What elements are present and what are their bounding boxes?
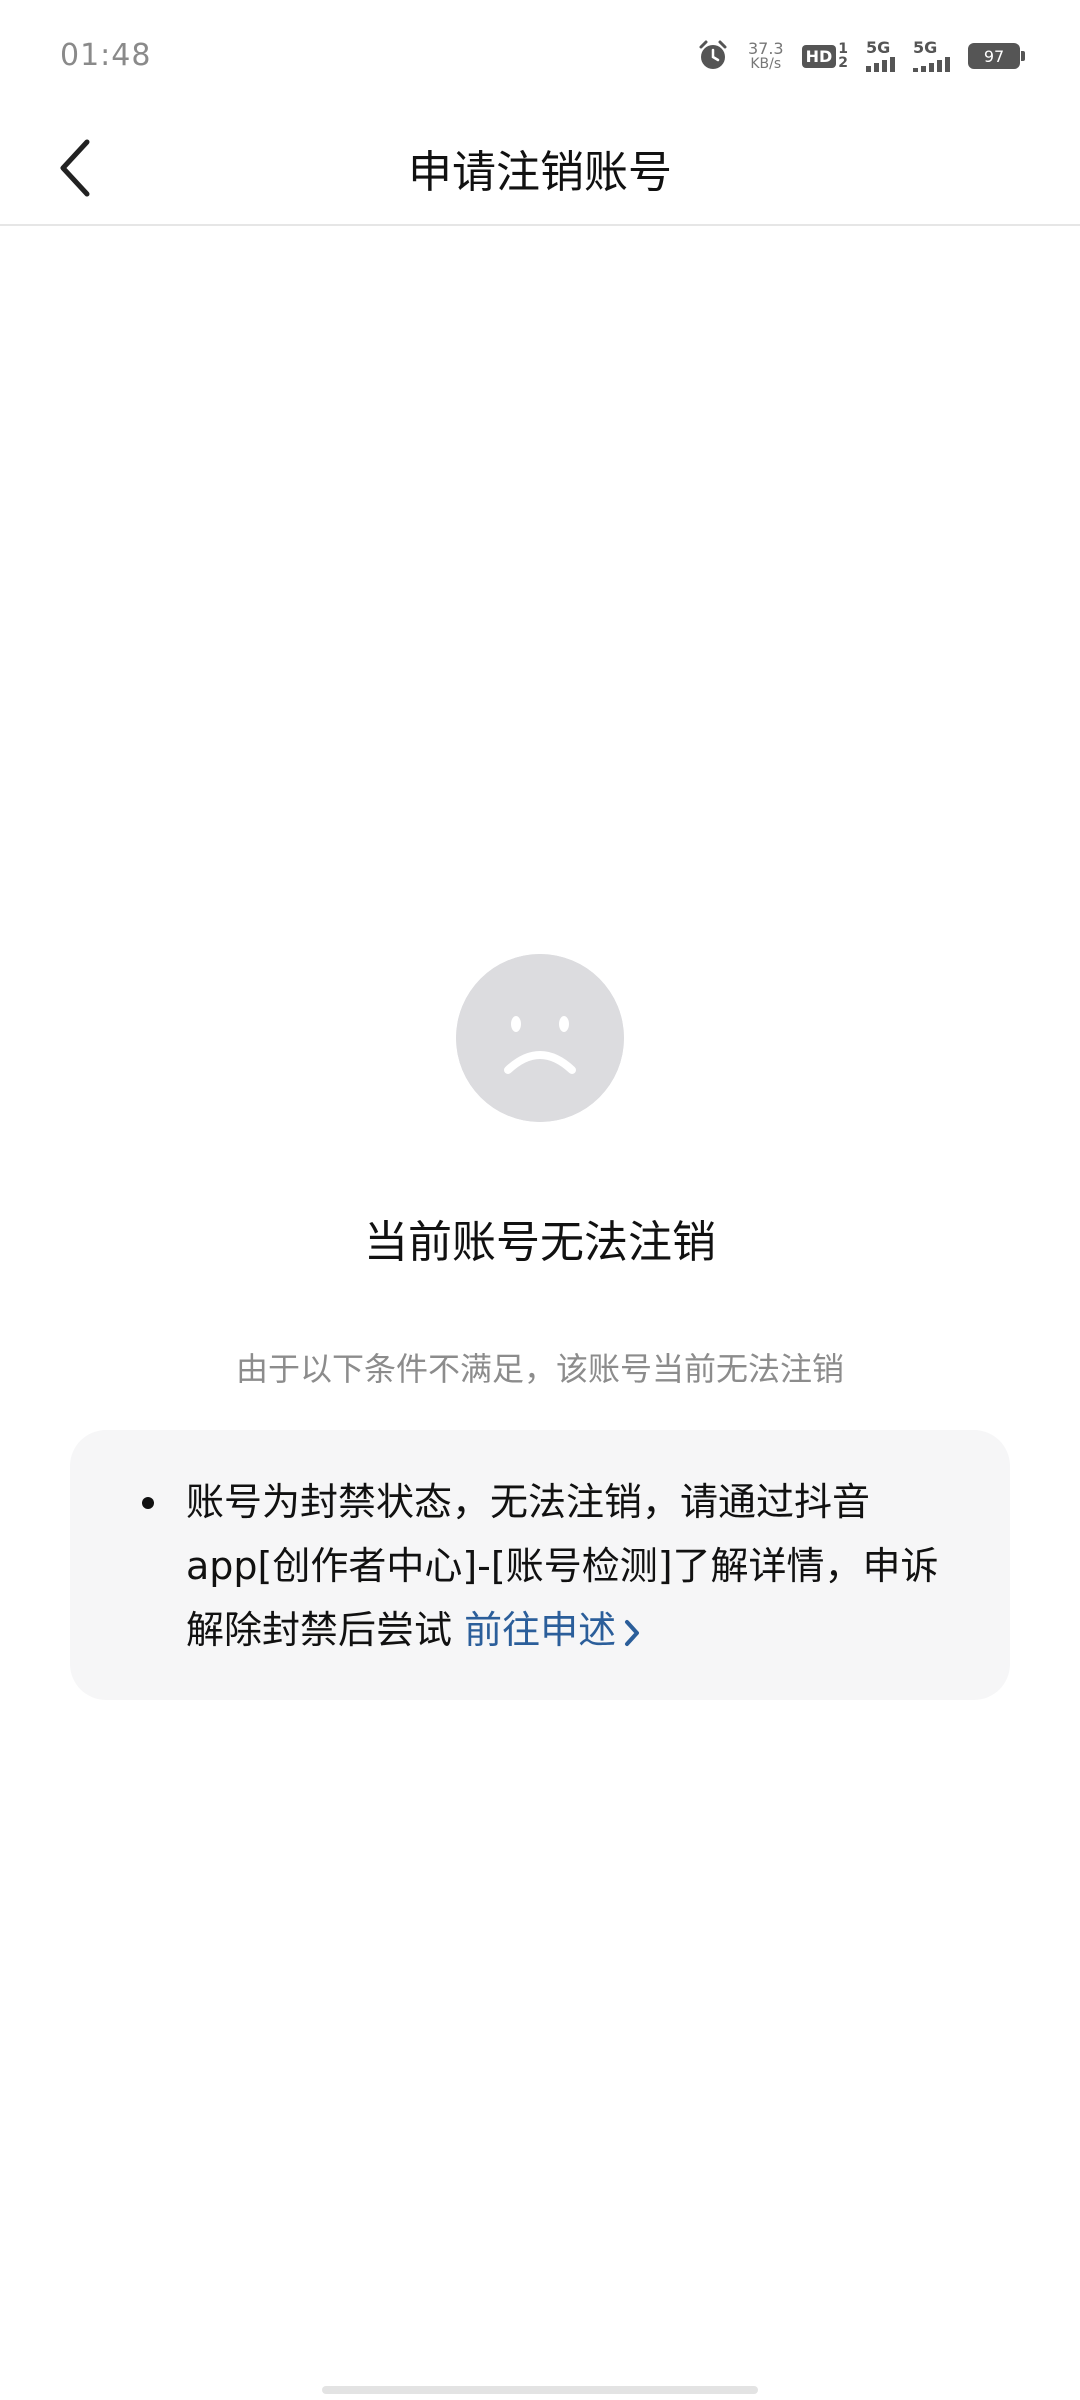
status-icons: 37.3 KB/s HD 1 2 5G 5G 97 <box>696 36 1025 76</box>
sad-face-icon <box>456 954 624 1122</box>
status-bar: 01:48 37.3 KB/s HD 1 2 5G 5G 97 <box>0 0 1080 110</box>
header: 申请注销账号 <box>0 110 1080 226</box>
alarm-icon <box>699 40 727 69</box>
battery-icon: 97 <box>968 43 1025 69</box>
status-time: 01:48 <box>60 38 152 73</box>
hd-sub-top: 1 <box>838 41 848 57</box>
hd-sub-bottom: 2 <box>838 55 848 71</box>
hd-icon: HD 1 2 <box>801 42 848 70</box>
battery-level: 97 <box>983 46 1005 66</box>
hd-sub: 1 2 <box>838 42 848 70</box>
signal-bars-2 <box>913 56 950 72</box>
signal-label-1: 5G <box>866 38 891 57</box>
appeal-link-label: 前往申述 <box>464 1608 617 1652</box>
cannot-delete-subtitle: 由于以下条件不满足，该账号当前无法注销 <box>235 1350 844 1388</box>
bullet-dot <box>142 1497 154 1509</box>
reason-item: 账号为封禁状态，无法注销，请通过抖音app[创作者中心]-[账号检测]了解详情，… <box>142 1470 960 1662</box>
net-speed-value: 37.3 <box>747 39 784 58</box>
net-speed: 37.3 KB/s <box>747 39 784 72</box>
signal-label-2: 5G <box>913 38 938 57</box>
hd-label: HD <box>801 44 837 68</box>
reason-card: 账号为封禁状态，无法注销，请通过抖音app[创作者中心]-[账号检测]了解详情，… <box>70 1430 1010 1700</box>
cannot-delete-title: 当前账号无法注销 <box>364 1217 716 1268</box>
page-title: 申请注销账号 <box>408 147 672 198</box>
chevron-right-icon <box>625 1619 640 1646</box>
net-speed-unit: KB/s <box>750 56 782 72</box>
signal-bars-1 <box>866 56 895 72</box>
signal-icon-1: 5G <box>866 40 895 72</box>
signal-icon-2: 5G <box>913 40 950 72</box>
home-indicator[interactable] <box>322 2386 758 2394</box>
appeal-link[interactable]: 前往申述 <box>464 1608 642 1652</box>
